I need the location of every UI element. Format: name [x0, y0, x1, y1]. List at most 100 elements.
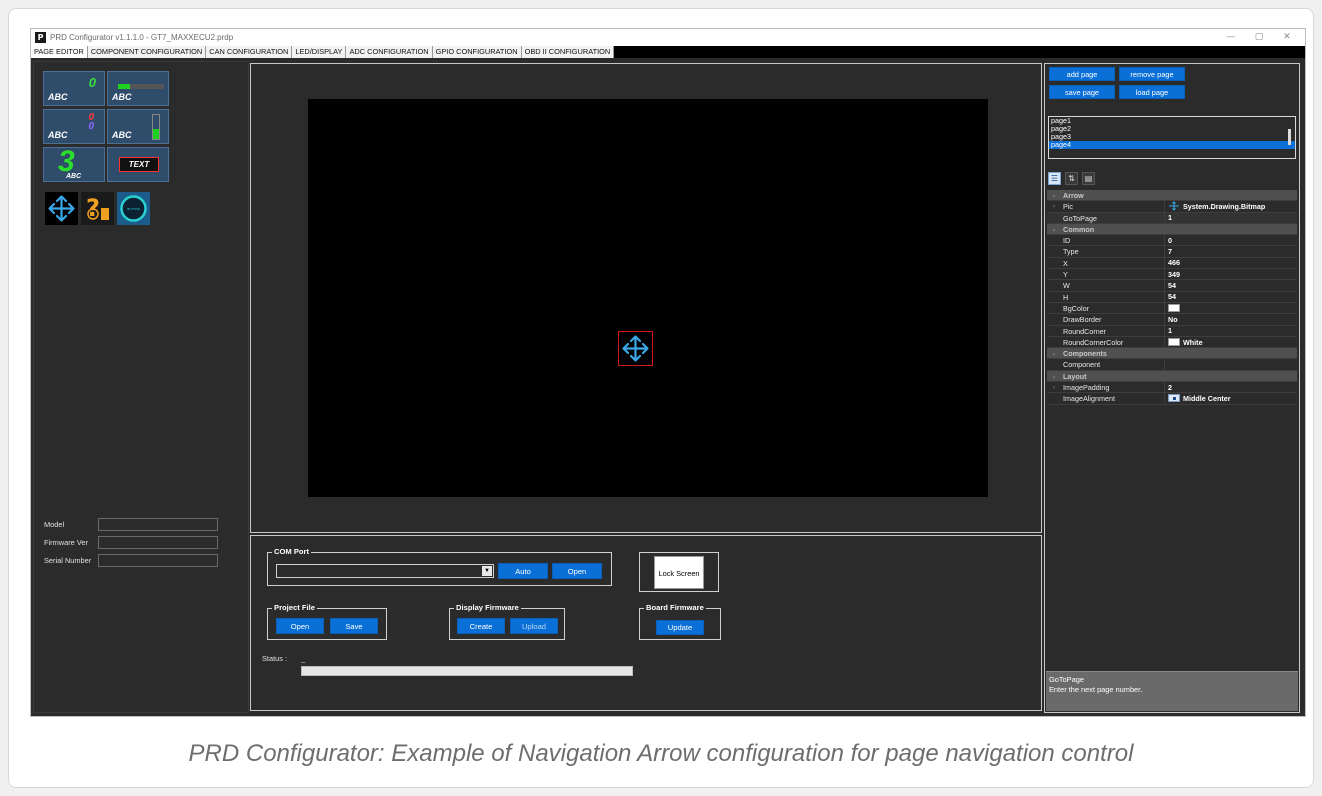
prop-value[interactable]: 2 [1165, 382, 1297, 392]
question-fuel-icon[interactable]: ? [81, 192, 114, 225]
prop-roundcorner[interactable]: RoundCorner 1 [1047, 325, 1297, 337]
collapse-icon[interactable]: ⌄ [1047, 224, 1061, 234]
prop-bgcolor[interactable]: BgColor [1047, 302, 1297, 315]
prop-name: Pic [1061, 201, 1165, 212]
prop-h[interactable]: H 54 [1047, 291, 1297, 303]
model-field [98, 518, 218, 531]
prop-component[interactable]: Component [1047, 359, 1297, 371]
prop-roundcornercolor[interactable]: RoundCornerColor White [1047, 336, 1297, 349]
lock-screen-button[interactable]: Lock Screen [654, 556, 704, 589]
navigation-arrow-component[interactable] [618, 331, 653, 366]
list-item[interactable]: page2 [1049, 125, 1295, 133]
prop-name: Y [1061, 269, 1165, 280]
com-port-select[interactable]: ▼ [276, 564, 494, 578]
palette-large-digit[interactable]: 3 ABC [43, 147, 105, 182]
collapse-icon[interactable]: ⌄ [1047, 190, 1061, 200]
prop-gotopage[interactable]: GoToPage 1 [1047, 212, 1297, 224]
prop-value[interactable]: Middle Center [1165, 393, 1297, 403]
list-scrollbar[interactable] [1288, 129, 1291, 145]
tab-adc-configuration[interactable]: ADC CONFIGURATION [346, 46, 433, 58]
vbar-fill [153, 129, 159, 139]
save-page-button[interactable]: save page [1049, 85, 1115, 99]
palette-text-label[interactable]: TEXT [107, 147, 169, 182]
board-firmware-title: Board Firmware [644, 603, 706, 612]
expand-icon[interactable]: › [1047, 201, 1061, 211]
firmware-field [98, 536, 218, 549]
list-item[interactable]: page1 [1049, 117, 1295, 125]
category-label: Layout [1063, 371, 1087, 381]
prop-value[interactable]: 466 [1165, 258, 1297, 268]
prop-y[interactable]: Y 349 [1047, 269, 1297, 281]
prop-imagepadding[interactable]: › ImagePadding 2 [1047, 382, 1297, 394]
firmware-upload-button[interactable]: Upload [510, 618, 558, 634]
prop-x[interactable]: X 466 [1047, 257, 1297, 270]
prop-value[interactable] [1165, 359, 1297, 369]
move-arrows-icon[interactable] [45, 192, 78, 225]
remove-page-button[interactable]: remove page [1119, 67, 1185, 81]
tab-can-configuration[interactable]: CAN CONFIGURATION [206, 46, 293, 58]
palette-numeric-display[interactable]: 0 ABC [43, 71, 105, 106]
prop-pic[interactable]: › Pic System.Drawing.Bitmap [1047, 201, 1297, 213]
prop-type[interactable]: Type 7 [1047, 246, 1297, 258]
palette-dual-numeric[interactable]: 0 0 ABC [43, 109, 105, 144]
prop-name: H [1061, 291, 1165, 302]
property-pages-icon[interactable]: ▤ [1082, 172, 1095, 185]
prop-imagealignment[interactable]: ImageAlignment Middle Center [1047, 393, 1297, 405]
categorized-view-icon[interactable]: ☰ [1048, 172, 1061, 185]
add-page-button[interactable]: add page [1049, 67, 1115, 81]
tab-gpio-configuration[interactable]: GPIO CONFIGURATION [432, 46, 522, 58]
window-title: PRD Configurator v1.1.1.0 - GT7_MAXXECU2… [50, 33, 234, 42]
component-palette: 0 ABC ABC 0 0 ABC ABC 3 ABC TEXT [43, 71, 169, 182]
list-item-selected[interactable]: page4 [1049, 141, 1295, 149]
prop-w[interactable]: W 54 [1047, 280, 1297, 292]
project-open-button[interactable]: Open [276, 618, 324, 634]
prop-drawborder[interactable]: DrawBorder No [1047, 314, 1297, 326]
category-components[interactable]: ⌄ Components [1047, 348, 1297, 360]
chevron-down-icon[interactable]: ▼ [482, 566, 492, 576]
prop-value[interactable]: 1 [1165, 213, 1297, 223]
prop-id[interactable]: ID 0 [1047, 235, 1297, 247]
close-button[interactable]: ✕ [1273, 29, 1301, 46]
model-label: Model [44, 520, 65, 529]
serial-row: Serial Number [44, 552, 218, 569]
tab-page-editor[interactable]: PAGE EDITOR [31, 46, 88, 58]
tab-obd-configuration[interactable]: OBD II CONFIGURATION [521, 46, 615, 58]
palette-vertical-bar[interactable]: ABC [107, 109, 169, 144]
prop-value[interactable]: 349 [1165, 269, 1297, 279]
svg-text:?: ? [86, 194, 100, 222]
prop-value[interactable]: 54 [1165, 292, 1297, 302]
firmware-create-button[interactable]: Create [457, 618, 505, 634]
project-save-button[interactable]: Save [330, 618, 378, 634]
com-open-button[interactable]: Open [552, 563, 602, 579]
palette-horizontal-bar[interactable]: ABC [107, 71, 169, 106]
prop-value[interactable]: 1 [1165, 326, 1297, 336]
category-common[interactable]: ⌄ Common [1047, 223, 1297, 236]
round-button-icon[interactable]: BUTTON [117, 192, 150, 225]
tab-component-configuration[interactable]: COMPONENT CONFIGURATION [87, 46, 207, 58]
tab-led-display[interactable]: LED/DISPLAY [292, 46, 347, 58]
display-canvas[interactable] [308, 99, 988, 497]
minimize-button[interactable]: — [1217, 29, 1245, 46]
device-info: Model Firmware Ver Serial Number [44, 516, 218, 570]
prop-value[interactable]: System.Drawing.Bitmap [1165, 201, 1297, 212]
board-update-button[interactable]: Update [656, 620, 704, 635]
prop-value[interactable]: No [1165, 314, 1297, 324]
board-firmware-group: Board Firmware Update [639, 603, 721, 640]
expand-icon[interactable]: › [1047, 382, 1061, 392]
collapse-icon[interactable]: ⌄ [1047, 371, 1061, 381]
load-page-button[interactable]: load page [1119, 85, 1185, 99]
list-item[interactable]: page3 [1049, 133, 1295, 141]
prop-value[interactable]: 7 [1165, 246, 1297, 256]
palette-abc-label: ABC [48, 130, 68, 140]
category-layout[interactable]: ⌄ Layout [1047, 370, 1297, 383]
page-list[interactable]: page1 page2 page3 page4 [1048, 116, 1296, 159]
collapse-icon[interactable]: ⌄ [1047, 348, 1061, 358]
maximize-button[interactable]: ▢ [1245, 29, 1273, 46]
alphabetical-view-icon[interactable]: ⇅ [1065, 172, 1078, 185]
prop-value[interactable]: 54 [1165, 280, 1297, 290]
auto-button[interactable]: Auto [498, 563, 548, 579]
prop-value[interactable]: 0 [1165, 235, 1297, 245]
prop-value[interactable]: White [1165, 337, 1297, 347]
category-arrow[interactable]: ⌄ Arrow [1047, 190, 1297, 202]
prop-value[interactable] [1165, 303, 1297, 313]
